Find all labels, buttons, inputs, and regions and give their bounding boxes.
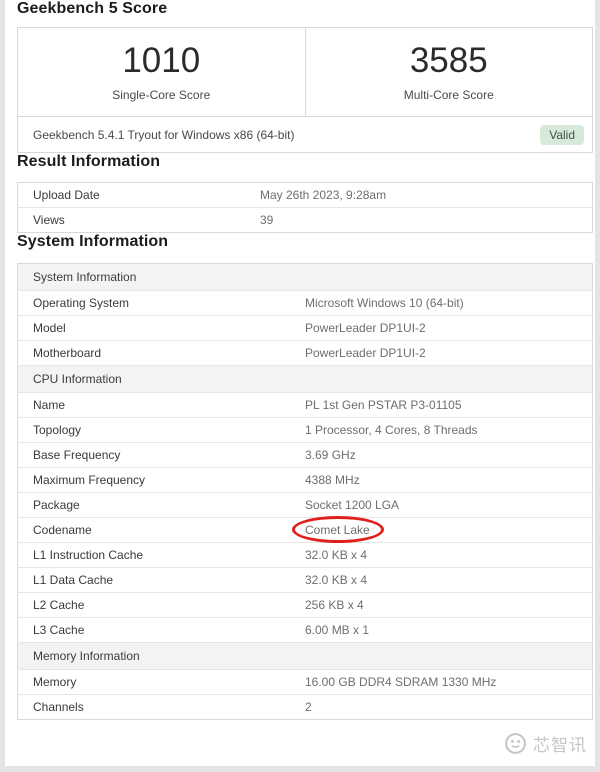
multi-core-score-value: 3585 (409, 41, 488, 80)
row-value: 32.0 KB x 4 (305, 567, 593, 593)
multi-core-score-label: Multi-Core Score (403, 88, 494, 103)
row-value: Socket 1200 LGA (305, 492, 593, 518)
table-subheader-row: CPU Information (17, 365, 593, 393)
table-row: Upload Date May 26th 2023, 9:28am (18, 183, 593, 208)
row-label: Package (17, 492, 305, 518)
table-row: Name PL 1st Gen PSTAR P3-01105 (17, 392, 593, 418)
row-label: Channels (17, 694, 305, 720)
table-row: Operating System Microsoft Windows 10 (64… (17, 290, 593, 316)
multi-core-score-cell: 3585 Multi-Core Score (304, 28, 593, 116)
row-value: 256 KB x 4 (305, 592, 593, 618)
table-row: Views 39 (17, 207, 593, 233)
row-value: PowerLeader DP1UI-2 (305, 315, 593, 341)
subheader-label: CPU Information (17, 365, 593, 393)
row-label: Base Frequency (17, 442, 305, 468)
row-label: L1 Instruction Cache (17, 542, 305, 568)
red-circle-annotation: Comet Lake (292, 516, 384, 543)
chip-face-icon (503, 731, 528, 756)
row-label: Views (17, 207, 260, 233)
row-value: 2 (305, 694, 593, 720)
row-label: L1 Data Cache (17, 567, 305, 593)
row-label: Maximum Frequency (17, 467, 305, 493)
build-info-row: Geekbench 5.4.1 Tryout for Windows x86 (… (18, 116, 592, 152)
single-core-score-value: 1010 (122, 41, 201, 80)
row-value: May 26th 2023, 9:28am (260, 188, 387, 202)
row-value: 3.69 GHz (305, 442, 593, 468)
table-row: L3 Cache 6.00 MB x 1 (17, 617, 593, 643)
row-label: L3 Cache (17, 617, 305, 643)
row-label: Memory (17, 669, 305, 695)
row-value: PL 1st Gen PSTAR P3-01105 (305, 392, 593, 418)
row-label: Motherboard (17, 340, 305, 366)
build-version-text: Geekbench 5.4.1 Tryout for Windows x86 (… (33, 127, 295, 142)
row-value: 6.00 MB x 1 (305, 617, 593, 643)
row-label: Codename (17, 517, 305, 543)
table-row: Codename Comet Lake (17, 516, 593, 543)
table-subheader-row: System Information (17, 263, 593, 291)
system-information-table: System Information Operating System Micros… (17, 263, 593, 720)
row-value: 16.00 GB DDR4 SDRAM 1330 MHz (305, 669, 593, 695)
score-row: 1010 Single-Core Score 3585 Multi-Core S… (18, 28, 592, 116)
subheader-label: Memory Information (17, 642, 593, 670)
row-value: 4388 MHz (305, 467, 593, 493)
watermark-text: 芯智讯 (533, 736, 587, 755)
system-information-title: System Information (17, 233, 169, 250)
table-row: Model PowerLeader DP1UI-2 (17, 315, 593, 341)
row-label: Model (17, 315, 305, 341)
watermark: 芯智讯 (503, 731, 587, 756)
row-label: Name (17, 392, 305, 418)
result-information-table: Upload Date May 26th 2023, 9:28am Views 39 (17, 182, 593, 233)
row-label: Operating System (17, 290, 305, 316)
single-core-score-label: Single-Core Score (112, 88, 211, 103)
table-row: Base Frequency 3.69 GHz (17, 442, 593, 468)
table-row: Package Socket 1200 LGA (17, 492, 593, 518)
row-value: 1 Processor, 4 Cores, 8 Threads (305, 417, 593, 443)
valid-status-badge: Valid (540, 124, 584, 145)
table-row: L1 Data Cache 32.0 KB x 4 (17, 567, 593, 593)
table-row: Memory 16.00 GB DDR4 SDRAM 1330 MHz (17, 669, 593, 695)
table-row: Maximum Frequency 4388 MHz (17, 467, 593, 493)
row-value: Microsoft Windows 10 (64-bit) (305, 290, 593, 316)
row-label: Upload Date (33, 188, 100, 202)
row-label: Topology (17, 417, 305, 443)
table-row: L1 Instruction Cache 32.0 KB x 4 (17, 542, 593, 568)
row-value: 39 (260, 207, 593, 233)
result-page: Geekbench 5 Score 1010 Single-Core Score… (5, 0, 595, 766)
result-information-title: Result Information (17, 153, 161, 170)
page-title: Geekbench 5 Score (17, 0, 168, 17)
row-value: Comet Lake (292, 516, 593, 543)
table-row: L2 Cache 256 KB x 4 (17, 592, 593, 618)
table-row: Topology 1 Processor, 4 Cores, 8 Threads (17, 417, 593, 443)
table-row: Motherboard PowerLeader DP1UI-2 (17, 340, 593, 366)
table-row: Channels 2 (17, 694, 593, 720)
score-card: 1010 Single-Core Score 3585 Multi-Core S… (17, 27, 593, 153)
single-core-score-cell: 1010 Single-Core Score (18, 28, 305, 116)
row-value: 32.0 KB x 4 (305, 542, 593, 568)
row-label: L2 Cache (17, 592, 305, 618)
table-subheader-row: Memory Information (17, 642, 593, 670)
subheader-label: System Information (17, 263, 593, 291)
row-value: PowerLeader DP1UI-2 (305, 340, 593, 366)
